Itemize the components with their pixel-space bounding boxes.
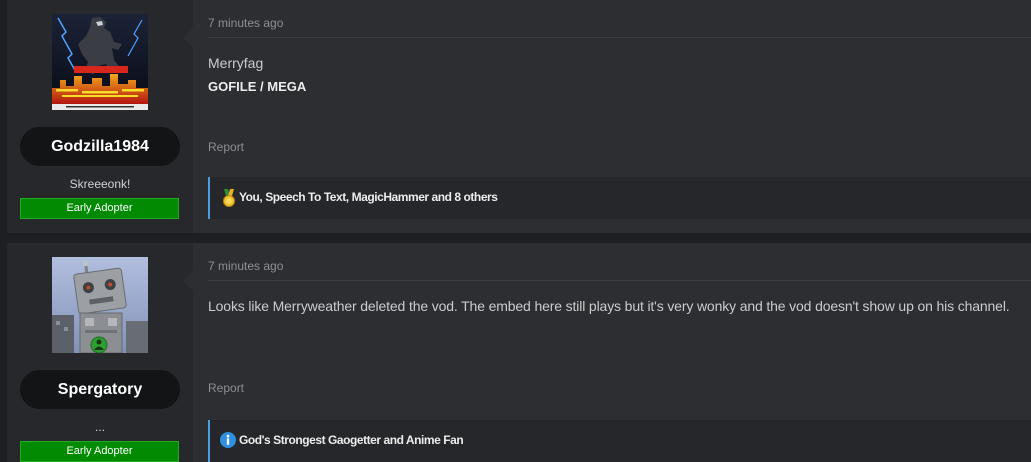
- post-header-divider: [208, 280, 1031, 281]
- user-arrow: [183, 28, 193, 48]
- gofile-link[interactable]: GOFILE: [208, 79, 256, 94]
- post: Spergatory ... Early Adopter 7 minutes a…: [7, 243, 1031, 462]
- user-title: Skreeeonk!: [69, 177, 131, 191]
- signature-text: God's Strongest Gaogetter and Anime Fan: [239, 433, 464, 447]
- post-timestamp[interactable]: 7 minutes ago: [208, 259, 283, 273]
- reactions-bar: You, Speech To Text, MagicHammer and 8 o…: [208, 177, 1031, 219]
- post-user-column: Spergatory ... Early Adopter: [7, 243, 193, 462]
- username[interactable]: Godzilla1984: [20, 127, 180, 166]
- post-body-text: Looks like Merryweather deleted the vod.…: [208, 298, 1010, 314]
- post-header-divider: [208, 37, 1031, 38]
- info-icon: [220, 432, 236, 448]
- signature-bar: God's Strongest Gaogetter and Anime Fan: [208, 420, 1031, 462]
- reactions-list[interactable]: You, Speech To Text, MagicHammer and 8 o…: [239, 190, 498, 204]
- user-banner: Early Adopter: [20, 441, 179, 462]
- post-body-text: Merryfag: [208, 55, 264, 71]
- report-link[interactable]: Report: [208, 381, 244, 395]
- user-title: ...: [94, 420, 105, 434]
- post-timestamp[interactable]: 7 minutes ago: [208, 16, 283, 30]
- mega-link[interactable]: MEGA: [267, 79, 306, 94]
- robot-avatar-image: [52, 257, 148, 353]
- post-content: 7 minutes ago Looks like Merryweather de…: [193, 243, 1031, 462]
- post-body-links: GOFILE / MEGA: [208, 79, 306, 95]
- gold-medal-icon: [221, 189, 237, 207]
- user-banner: Early Adopter: [20, 198, 179, 219]
- godzilla-poster-avatar-image: [52, 14, 148, 110]
- link-separator: /: [256, 79, 268, 94]
- username[interactable]: Spergatory: [20, 370, 180, 409]
- post-user-column: Godzilla1984 Skreeeonk! Early Adopter: [7, 0, 193, 233]
- report-link[interactable]: Report: [208, 140, 244, 154]
- post-content: 7 minutes ago Merryfag GOFILE / MEGA Rep…: [193, 0, 1031, 233]
- user-arrow: [183, 271, 193, 291]
- post: Godzilla1984 Skreeeonk! Early Adopter 7 …: [7, 0, 1031, 233]
- user-avatar[interactable]: [52, 257, 148, 353]
- user-avatar[interactable]: [52, 14, 148, 110]
